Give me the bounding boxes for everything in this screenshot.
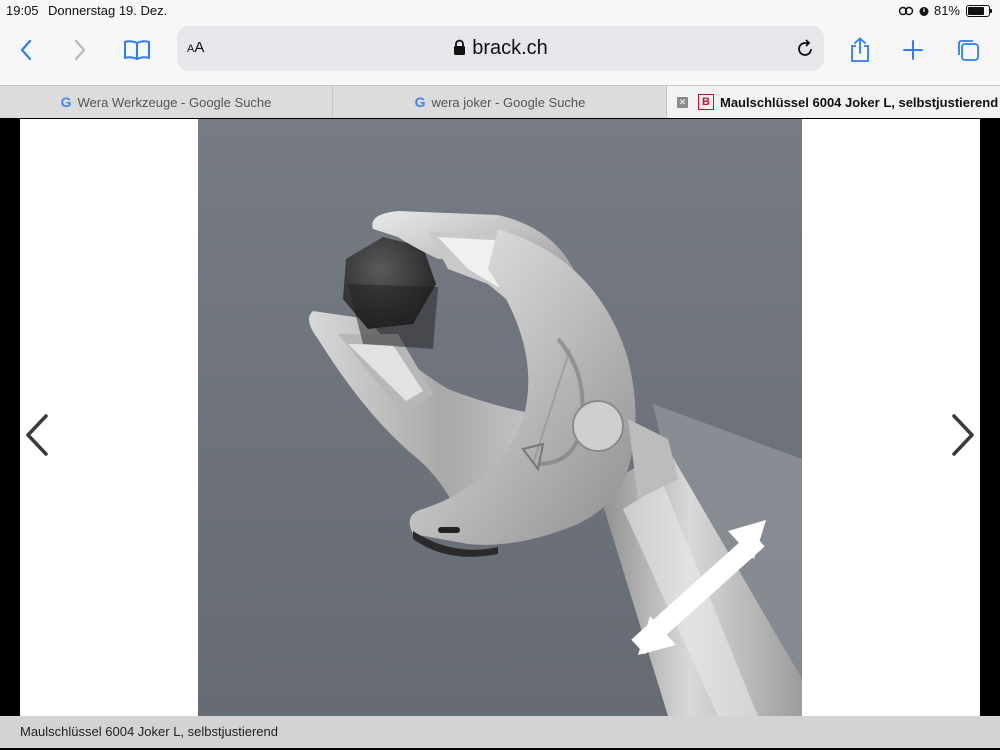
reload-button[interactable] (796, 38, 814, 63)
tabs-overview-button[interactable] (950, 32, 986, 68)
back-icon (20, 39, 32, 61)
wrench-illustration (198, 119, 802, 716)
tabs-icon (958, 40, 979, 61)
image-caption-bar: Maulschlüssel 6004 Joker L, selbstjustie… (0, 716, 1000, 748)
tab-bar: G Wera Werkzeuge - Google Suche G wera j… (0, 85, 1000, 118)
share-button[interactable] (842, 32, 878, 68)
lock-icon (454, 39, 466, 55)
google-favicon-icon: G (414, 94, 426, 110)
forward-button[interactable] (62, 32, 98, 68)
gallery-prev-button[interactable] (20, 412, 56, 458)
product-image[interactable] (198, 119, 802, 716)
forward-icon (74, 39, 86, 61)
tab-label: Wera Werkzeuge - Google Suche (77, 94, 272, 110)
image-caption: Maulschlüssel 6004 Joker L, selbstjustie… (20, 724, 278, 739)
status-date: Donnerstag 19. Dez. (48, 3, 168, 18)
battery-percent: 81% (933, 3, 960, 18)
brack-favicon-icon: B (698, 94, 714, 110)
tab-label: wera joker - Google Suche (431, 94, 586, 110)
status-time: 19:05 (6, 3, 39, 18)
status-bar: 19:05 Donnerstag 19. Dez. 81% (0, 0, 1000, 22)
chevron-left-icon (26, 414, 48, 456)
browser-toolbar: AA brack.ch (0, 22, 1000, 85)
new-tab-icon (903, 40, 923, 60)
alarm-icon (919, 6, 929, 16)
link-icon (898, 6, 914, 15)
tab-wera-werkzeuge[interactable]: G Wera Werkzeuge - Google Suche (0, 86, 333, 118)
close-tab-icon[interactable]: ✕ (677, 96, 688, 108)
tab-wera-joker[interactable]: G wera joker - Google Suche (334, 86, 667, 118)
url-text: brack.ch (472, 37, 548, 59)
status-right: 81% (898, 3, 992, 18)
tab-label: Maulschlüssel 6004 Joker L, selbstjustie… (720, 94, 999, 110)
share-icon (851, 37, 869, 62)
url-display[interactable]: brack.ch (177, 37, 824, 60)
tab-maulschluessel-active[interactable]: ✕ B Maulschlüssel 6004 Joker L, selbstju… (667, 86, 1000, 118)
battery-icon (966, 4, 992, 17)
chevron-right-icon (952, 414, 974, 456)
bookmarks-icon (124, 40, 150, 60)
new-tab-button[interactable] (895, 32, 931, 68)
bookmarks-button[interactable] (119, 32, 155, 68)
google-favicon-icon: G (60, 94, 72, 110)
reload-icon (798, 39, 812, 56)
address-bar[interactable]: AA brack.ch (177, 26, 824, 71)
back-button[interactable] (8, 32, 44, 68)
gallery-next-button[interactable] (944, 412, 980, 458)
